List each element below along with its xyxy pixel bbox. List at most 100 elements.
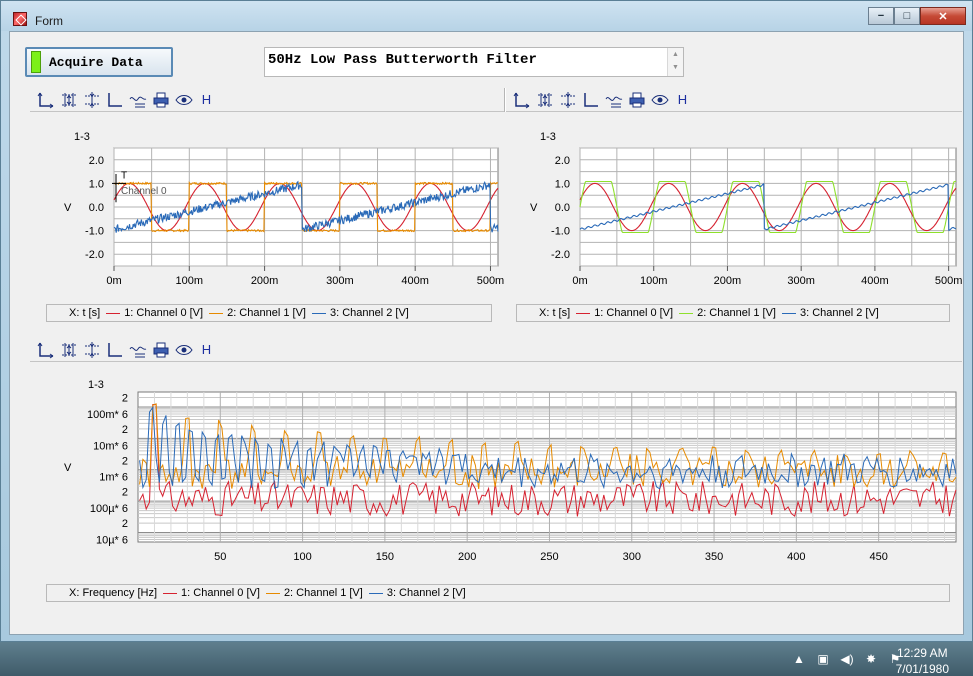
y-fit-icon[interactable] xyxy=(556,90,579,110)
legend-entry[interactable]: 3: Channel 2 [V] xyxy=(368,587,466,599)
filter-textbox-scrollbar[interactable]: ▲ ▼ xyxy=(667,48,683,76)
window-title: Form xyxy=(35,14,63,28)
y-tick-label: -2.0 xyxy=(85,249,104,261)
y-zoom-icon[interactable] xyxy=(57,90,80,110)
x-tick-label: 150 xyxy=(376,551,394,563)
legend-label: 1: Channel 0 [V] xyxy=(124,307,204,319)
y-tick-label: 2.0 xyxy=(555,155,570,167)
trace-icon[interactable] xyxy=(126,340,149,360)
cursor-icon[interactable] xyxy=(579,90,602,110)
y-tick-label: 10m* 6 xyxy=(93,440,128,452)
cursor-channel-label: Channel 0 xyxy=(121,186,167,197)
legend-swatch xyxy=(311,312,326,314)
chart-toolbar-bottom: H xyxy=(30,338,962,362)
acquire-led-indicator xyxy=(31,51,41,73)
title-bar[interactable]: Form − □ ✕ xyxy=(1,1,972,31)
h-icon[interactable]: H xyxy=(195,90,218,110)
x-tick-label: 50 xyxy=(214,551,226,563)
legend-label: 3: Channel 2 [V] xyxy=(386,587,466,599)
time-domain-chart-left[interactable]: 1-3 V 2.0 1.0 0.0 -1.0 -2.0 0m 100m 200m 300m 400m 5… xyxy=(54,128,504,298)
close-button[interactable]: ✕ xyxy=(920,7,966,25)
scale-label: 1-3 xyxy=(74,131,90,143)
x-tick-label: 100m xyxy=(640,275,668,287)
y-tick-label: 100µ* 6 xyxy=(90,503,128,515)
app-window: Form − □ ✕ Acquire Data 50Hz Low Pass Bu… xyxy=(0,0,973,642)
legend-entry[interactable]: 3: Channel 2 [V] xyxy=(781,307,879,319)
legend-entry[interactable]: 2: Channel 1 [V] xyxy=(209,307,306,319)
trace-icon[interactable] xyxy=(602,90,625,110)
legend-entry[interactable]: 1: Channel 0 [V] xyxy=(576,307,673,319)
minimize-button[interactable]: − xyxy=(868,7,894,25)
legend-top-right: X: t [s] 1: Channel 0 [V] 2: Channel 1 [V]… xyxy=(516,304,950,322)
eye-icon[interactable] xyxy=(172,340,195,360)
legend-entry[interactable]: 2: Channel 1 [V] xyxy=(679,307,776,319)
x-tick-label: 400 xyxy=(787,551,805,563)
eye-icon[interactable] xyxy=(172,90,195,110)
legend-label: 3: Channel 2 [V] xyxy=(799,307,879,319)
legend-entry[interactable]: 1: Channel 0 [V] xyxy=(163,587,260,599)
x-tick-label: 200m xyxy=(714,275,742,287)
legend-entry[interactable]: 3: Channel 2 [V] xyxy=(311,307,409,319)
y-zoom-icon[interactable] xyxy=(57,340,80,360)
print-icon[interactable] xyxy=(625,90,648,110)
y-tick-label: -1.0 xyxy=(85,226,104,238)
eye-icon[interactable] xyxy=(648,90,671,110)
legend-x-label: X: t [s] xyxy=(69,307,101,319)
legend-entry[interactable]: 2: Channel 1 [V] xyxy=(265,587,363,599)
legend-entry[interactable]: 1: Channel 0 [V] xyxy=(106,307,203,319)
print-icon[interactable] xyxy=(149,90,172,110)
axes-icon[interactable] xyxy=(510,90,533,110)
x-tick-label: 300 xyxy=(623,551,641,563)
x-tick-label: 300m xyxy=(787,275,815,287)
x-tick-label: 500m xyxy=(477,275,505,287)
app-icon[interactable] xyxy=(13,12,27,26)
legend-swatch xyxy=(781,312,796,314)
trace-icon[interactable] xyxy=(126,90,149,110)
x-tick-label: 400m xyxy=(401,275,429,287)
cursor-icon[interactable] xyxy=(103,340,126,360)
x-tick-label: 200 xyxy=(458,551,476,563)
y-tick-label: 1.0 xyxy=(555,178,570,190)
x-tick-label: 0m xyxy=(572,275,587,287)
legend-swatch xyxy=(209,312,224,314)
x-tick-label: 450 xyxy=(869,551,887,563)
print-icon[interactable] xyxy=(149,340,172,360)
x-tick-label: 400m xyxy=(861,275,889,287)
filter-description-text: 50Hz Low Pass Butterworth Filter xyxy=(268,52,537,68)
maximize-button[interactable]: □ xyxy=(894,7,920,25)
y-tick-label: 1m* 6 xyxy=(99,472,128,484)
caption-buttons: − □ ✕ xyxy=(868,7,966,25)
scale-label: 1-3 xyxy=(88,379,104,391)
h-icon[interactable]: H xyxy=(671,90,694,110)
cursor-label: T xyxy=(121,171,127,182)
legend-label: 1: Channel 0 [V] xyxy=(181,587,260,599)
legend-label: 2: Channel 1 [V] xyxy=(283,587,363,599)
acquire-data-button[interactable]: Acquire Data xyxy=(25,47,173,77)
y-fit-icon[interactable] xyxy=(80,340,103,360)
axes-icon[interactable] xyxy=(34,90,57,110)
network-icon[interactable]: ▣ xyxy=(815,651,831,667)
frequency-spectrum-chart[interactable]: 1-3 V 2 100m* 6 2 10m* 6 2 1m* 6 2 100µ* 6 2 10µ* 6… xyxy=(54,378,962,578)
scale-label: 1-3 xyxy=(540,131,556,143)
x-tick-label: 200m xyxy=(251,275,279,287)
cursor-icon[interactable] xyxy=(103,90,126,110)
filter-description-textbox[interactable]: 50Hz Low Pass Butterworth Filter ▲ ▼ xyxy=(264,47,684,77)
x-tick-label: 100 xyxy=(293,551,311,563)
chart-toolbar-top-left: H xyxy=(30,88,504,112)
power-icon[interactable]: ✸ xyxy=(863,651,879,667)
y-fit-icon[interactable] xyxy=(80,90,103,110)
y-tick-label: 100m* 6 xyxy=(87,409,128,421)
y-tick-label: 0.0 xyxy=(89,202,104,214)
time-domain-chart-right[interactable]: 1-3 V 2.0 1.0 0.0 -1.0 -2.0 0m 100m 200m 300m 400m 5… xyxy=(520,128,962,298)
show-hidden-icon[interactable]: ▲ xyxy=(791,651,807,667)
axes-icon[interactable] xyxy=(34,340,57,360)
taskbar-clock[interactable]: 12:29 AM 7/01/1980 xyxy=(896,645,949,676)
y-axis-label: V xyxy=(530,202,538,214)
y-axis-label: V xyxy=(64,462,72,474)
y-zoom-icon[interactable] xyxy=(533,90,556,110)
volume-icon[interactable]: ◀) xyxy=(839,651,855,667)
y-tick-label: 2 xyxy=(122,455,128,467)
h-icon[interactable]: H xyxy=(195,340,218,360)
y-tick-label: 1.0 xyxy=(89,178,104,190)
y-tick-label: 2 xyxy=(122,487,128,499)
